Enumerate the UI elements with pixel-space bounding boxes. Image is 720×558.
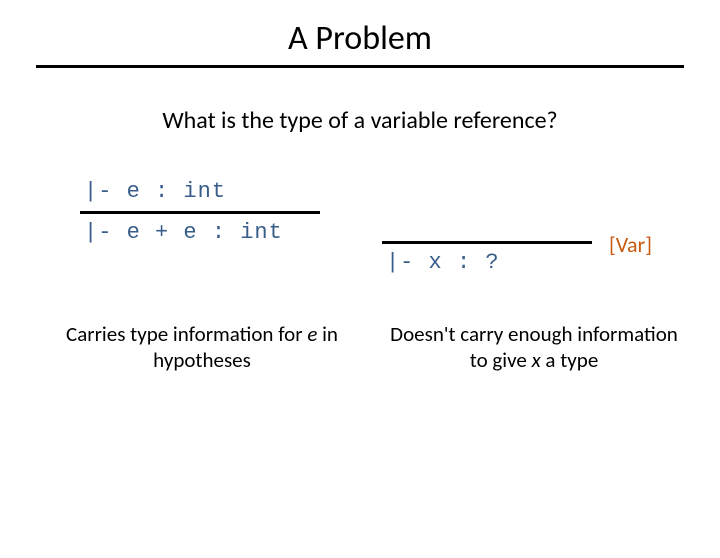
right-conclusion: |- x : ? bbox=[382, 250, 592, 275]
captions-row: Carries type information for e in hypoth… bbox=[0, 321, 720, 374]
addition-rule: |- e : int |- e + e : int bbox=[80, 179, 320, 245]
left-caption-em: e bbox=[307, 321, 317, 347]
right-caption: Doesn't carry enough information to give… bbox=[368, 321, 680, 374]
right-inference-line bbox=[382, 241, 592, 244]
slide-subtitle: What is the type of a variable reference… bbox=[0, 106, 720, 135]
var-rule: |- x : ? [Var] bbox=[382, 209, 592, 275]
left-premise: |- e : int bbox=[80, 179, 320, 209]
left-inference-line bbox=[80, 211, 320, 214]
right-rule-column: |- x : ? [Var] bbox=[372, 179, 660, 275]
var-rule-label: [Var] bbox=[609, 231, 652, 258]
slide-title: A Problem bbox=[0, 18, 720, 59]
left-conclusion: |- e + e : int bbox=[80, 220, 320, 245]
left-rule-column: |- e : int |- e + e : int bbox=[80, 179, 372, 275]
left-caption: Carries type information for e in hypoth… bbox=[56, 321, 368, 374]
inference-rules: |- e : int |- e + e : int |- x : ? [Var] bbox=[0, 179, 720, 275]
left-caption-pre: Carries type information for bbox=[66, 321, 307, 347]
title-underline bbox=[36, 65, 684, 68]
right-caption-post: a type bbox=[541, 347, 599, 373]
right-caption-em: x bbox=[532, 347, 541, 373]
right-premise bbox=[382, 209, 592, 239]
